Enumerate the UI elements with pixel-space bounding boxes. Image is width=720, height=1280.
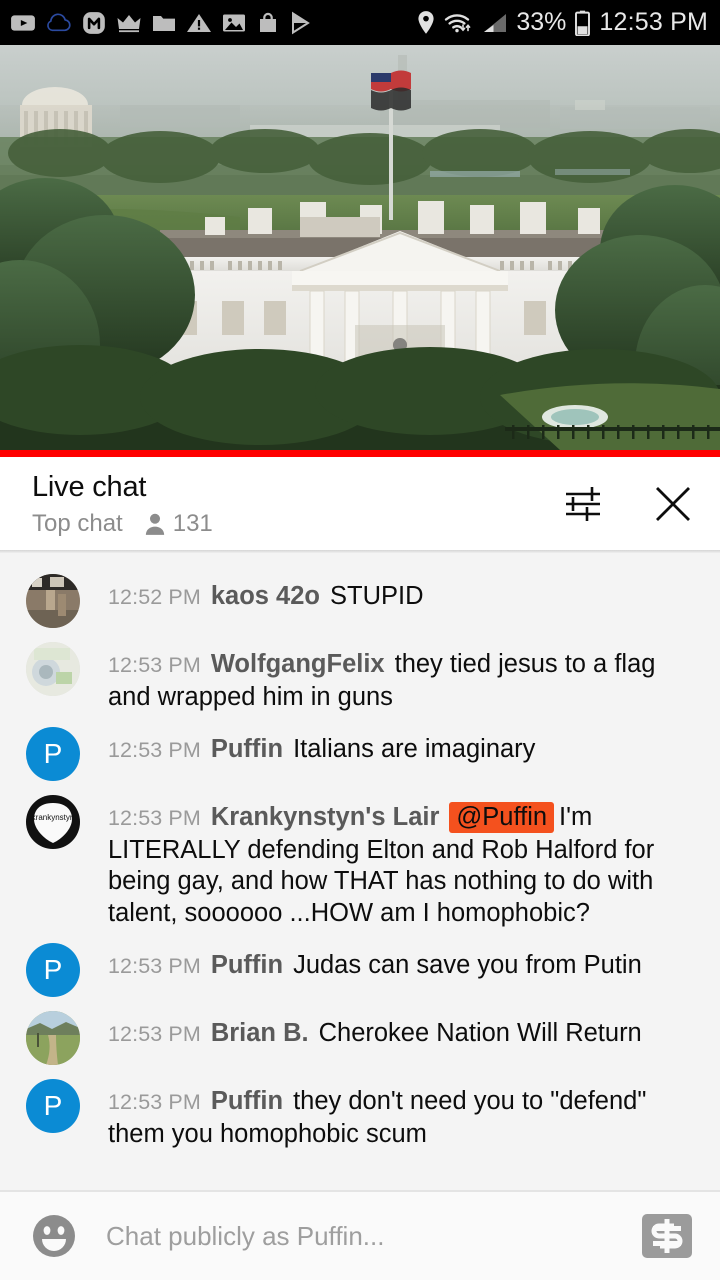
play-store-icon (289, 11, 313, 35)
message-timestamp: 12:53 PM (108, 738, 201, 762)
chat-message[interactable]: P 12:53 PM Puffin Judas can save you from … (0, 936, 720, 1004)
crown-icon (116, 11, 142, 35)
chat-message-body: 12:52 PM kaos 42o STUPID (108, 574, 694, 614)
chat-message-body: 12:53 PM Brian B. Cherokee Nation Will Ret… (108, 1011, 694, 1051)
chat-message[interactable]: krankynstyn 12:53 PM Krankynstyn's Lair @P… (0, 788, 720, 936)
message-text: STUPID (329, 582, 424, 610)
avatar[interactable]: P (26, 1079, 80, 1133)
live-chat-header-actions (560, 481, 696, 527)
status-bar-left-icons (10, 10, 313, 36)
photo-icon (221, 11, 247, 35)
avatar[interactable] (26, 642, 80, 696)
viewer-count: 131 (172, 510, 213, 537)
wifi-icon (444, 11, 474, 35)
shopping-bag-icon (256, 11, 280, 35)
chat-message[interactable]: 12:53 PM WolfgangFelix they tied jesus to … (0, 635, 720, 720)
message-author[interactable]: Puffin (211, 735, 283, 763)
emoji-smiley-icon[interactable] (28, 1210, 80, 1262)
chat-message-body: 12:53 PM Puffin they don't need you to "de… (108, 1079, 694, 1150)
chat-message[interactable]: P 12:53 PM Puffin they don't need you to "… (0, 1072, 720, 1157)
message-author[interactable]: kaos 42o (211, 582, 320, 610)
live-chat-titles: Live chat Top chat 131 (32, 469, 213, 538)
message-timestamp: 12:53 PM (108, 954, 201, 978)
message-timestamp: 12:53 PM (108, 1090, 201, 1114)
message-text: Italians are imaginary (293, 735, 536, 763)
message-author[interactable]: Krankynstyn's Lair (211, 803, 440, 831)
message-author[interactable]: Puffin (211, 951, 283, 979)
message-timestamp: 12:53 PM (108, 806, 201, 830)
chat-message-list[interactable]: 12:52 PM kaos 42o STUPID 12:53 PM WolfgangF… (0, 553, 720, 1190)
folder-icon (151, 11, 177, 35)
message-author[interactable]: Puffin (211, 1087, 283, 1115)
live-chat-header: Live chat Top chat 131 (0, 457, 720, 550)
message-text: Judas can save you from Putin (293, 951, 642, 979)
messenger-icon (81, 10, 107, 36)
message-text: Cherokee Nation Will Return (318, 1019, 642, 1047)
status-bar-clock: 12:53 PM (599, 8, 708, 36)
battery-icon (574, 10, 591, 36)
message-mention[interactable]: @Puffin (449, 802, 555, 833)
chat-mode-label[interactable]: Top chat (32, 510, 123, 538)
avatar[interactable]: P (26, 727, 80, 781)
status-bar-right-icons: 33% 12:53 PM (416, 8, 708, 37)
close-icon[interactable] (650, 481, 696, 527)
signal-icon (482, 11, 508, 35)
live-chat-subtitle[interactable]: Top chat 131 (32, 510, 213, 538)
cloud-icon (45, 10, 72, 36)
avatar[interactable] (26, 574, 80, 628)
video-player[interactable] (0, 45, 720, 450)
message-author[interactable]: Brian B. (211, 1019, 309, 1047)
avatar[interactable]: krankynstyn (26, 795, 80, 849)
super-chat-dollar-icon[interactable] (640, 1212, 694, 1260)
chat-message-body: 12:53 PM Puffin Italians are imaginary (108, 727, 694, 767)
chat-message-body: 12:53 PM Puffin Judas can save you from Pu… (108, 943, 694, 983)
message-author[interactable]: WolfgangFelix (211, 650, 385, 678)
chat-input-bar (0, 1190, 720, 1280)
avatar[interactable] (26, 1011, 80, 1065)
warning-icon (186, 11, 212, 35)
battery-percent-label: 33% (516, 8, 567, 36)
status-bar: 33% 12:53 PM (0, 0, 720, 45)
video-frame (0, 45, 720, 450)
svg-text:krankynstyn: krankynstyn (32, 813, 75, 822)
chat-message[interactable]: 12:53 PM Brian B. Cherokee Nation Will Ret… (0, 1004, 720, 1072)
message-timestamp: 12:52 PM (108, 585, 201, 609)
message-timestamp: 12:53 PM (108, 1022, 201, 1046)
chat-message[interactable]: 12:52 PM kaos 42o STUPID (0, 567, 720, 635)
location-icon (416, 10, 436, 36)
youtube-icon (10, 10, 36, 36)
avatar[interactable]: P (26, 943, 80, 997)
video-progress-bar[interactable] (0, 450, 720, 457)
person-icon (144, 512, 166, 536)
chat-message-body: 12:53 PM WolfgangFelix they tied jesus to … (108, 642, 694, 713)
page-title: Live chat (32, 471, 147, 503)
chat-settings-sliders-icon[interactable] (560, 481, 606, 527)
chat-message[interactable]: P 12:53 PM Puffin Italians are imaginary (0, 720, 720, 788)
message-timestamp: 12:53 PM (108, 653, 201, 677)
chat-input[interactable] (80, 1220, 640, 1252)
chat-message-body: 12:53 PM Krankynstyn's Lair @Puffin I'm LIT… (108, 795, 694, 929)
